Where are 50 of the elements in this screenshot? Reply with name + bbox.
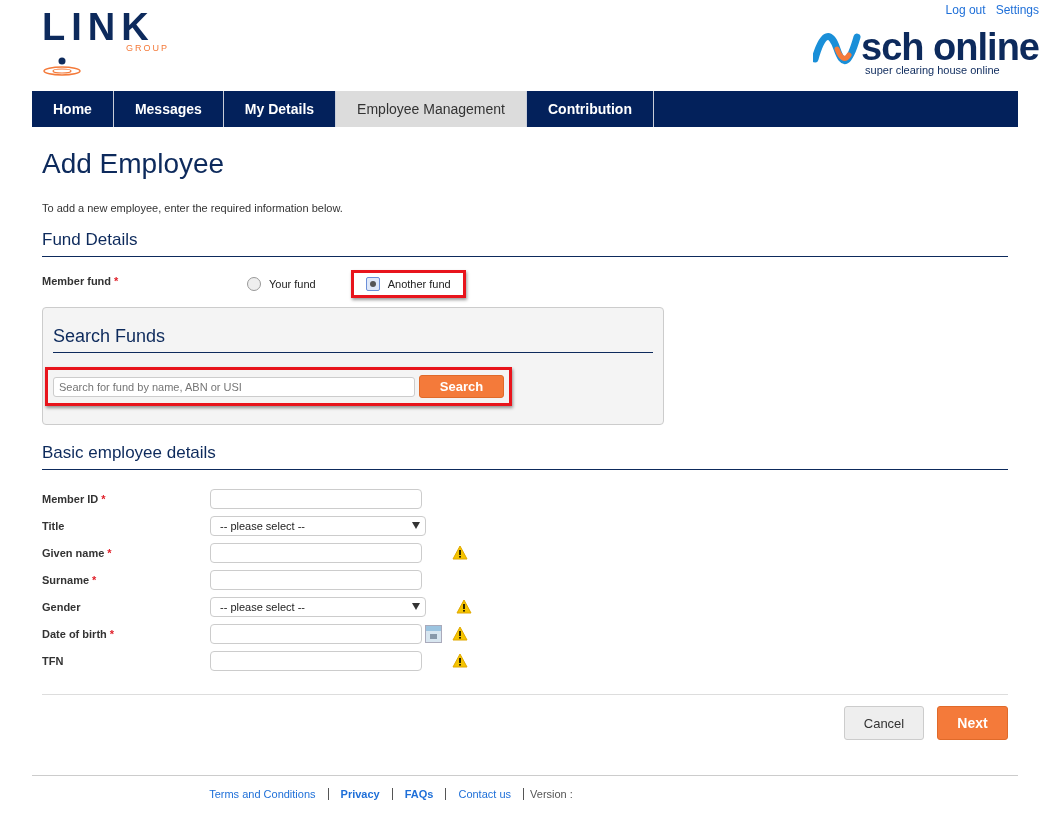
search-field[interactable]: Search for fund by name, ABN or USI (53, 376, 415, 397)
required-mark: * (109, 627, 115, 640)
footer-link[interactable]: Contact us (445, 788, 524, 800)
version-label: Version : (523, 788, 573, 800)
field-label: Surname (42, 573, 90, 586)
radio-button[interactable] (365, 277, 380, 291)
panel-heading: Search Funds (53, 326, 653, 353)
cancel-button[interactable]: Cancel (844, 706, 924, 740)
section-heading: Fund Details (42, 230, 1008, 257)
calendar-icon[interactable] (425, 624, 442, 643)
page-title: Add Employee (42, 148, 226, 180)
intro-text: To add a new employee, enter the required information below. (42, 202, 344, 214)
footer-link[interactable]: Terms and Conditions (197, 788, 328, 800)
field-label: Title (42, 519, 65, 532)
footer-link[interactable]: Privacy (327, 788, 392, 800)
nav-tab[interactable]: Messages (113, 91, 224, 127)
footer-link[interactable]: FAQs (391, 788, 446, 800)
date-field[interactable] (210, 623, 422, 644)
required-mark: * (114, 275, 119, 287)
field-label: Gender (42, 600, 81, 613)
logo-wordmark: sch online (861, 29, 1039, 65)
text-field[interactable] (210, 650, 422, 671)
radio-label[interactable]: Another fund (387, 278, 451, 290)
text-field[interactable] (210, 542, 422, 563)
field-label: TFN (42, 654, 64, 667)
caret-icon (412, 603, 420, 610)
required-mark: * (101, 492, 106, 505)
field-label: Date of birth (42, 627, 107, 640)
dropdown[interactable]: -- please select -- (210, 515, 426, 536)
radio-label[interactable]: Your fund (269, 278, 316, 290)
header-link[interactable]: Log out (945, 3, 986, 17)
field-label: Member ID (42, 492, 99, 505)
header-link[interactable]: Settings (995, 3, 1039, 17)
dropdown-value: -- please select -- (220, 600, 305, 613)
dropdown-value: -- please select -- (220, 519, 305, 532)
nav-tab[interactable]: Employee Management (336, 91, 527, 127)
ripple-logo-icon (42, 55, 82, 77)
nav-tab[interactable]: Contribution (526, 91, 654, 127)
field-label: Member fund (42, 275, 112, 287)
logo-tagline: super clearing house online (865, 65, 1001, 76)
text-field[interactable] (210, 569, 422, 590)
radio-button[interactable] (247, 277, 261, 291)
required-mark: * (92, 573, 97, 586)
dropdown[interactable]: -- please select -- (210, 596, 426, 617)
section-heading: Basic employee details (42, 443, 1008, 470)
required-mark: * (107, 546, 112, 559)
field-label: Given name (42, 546, 105, 559)
caret-icon (412, 522, 420, 529)
text-field[interactable] (210, 488, 422, 509)
nav-tab[interactable]: Home (32, 91, 114, 127)
